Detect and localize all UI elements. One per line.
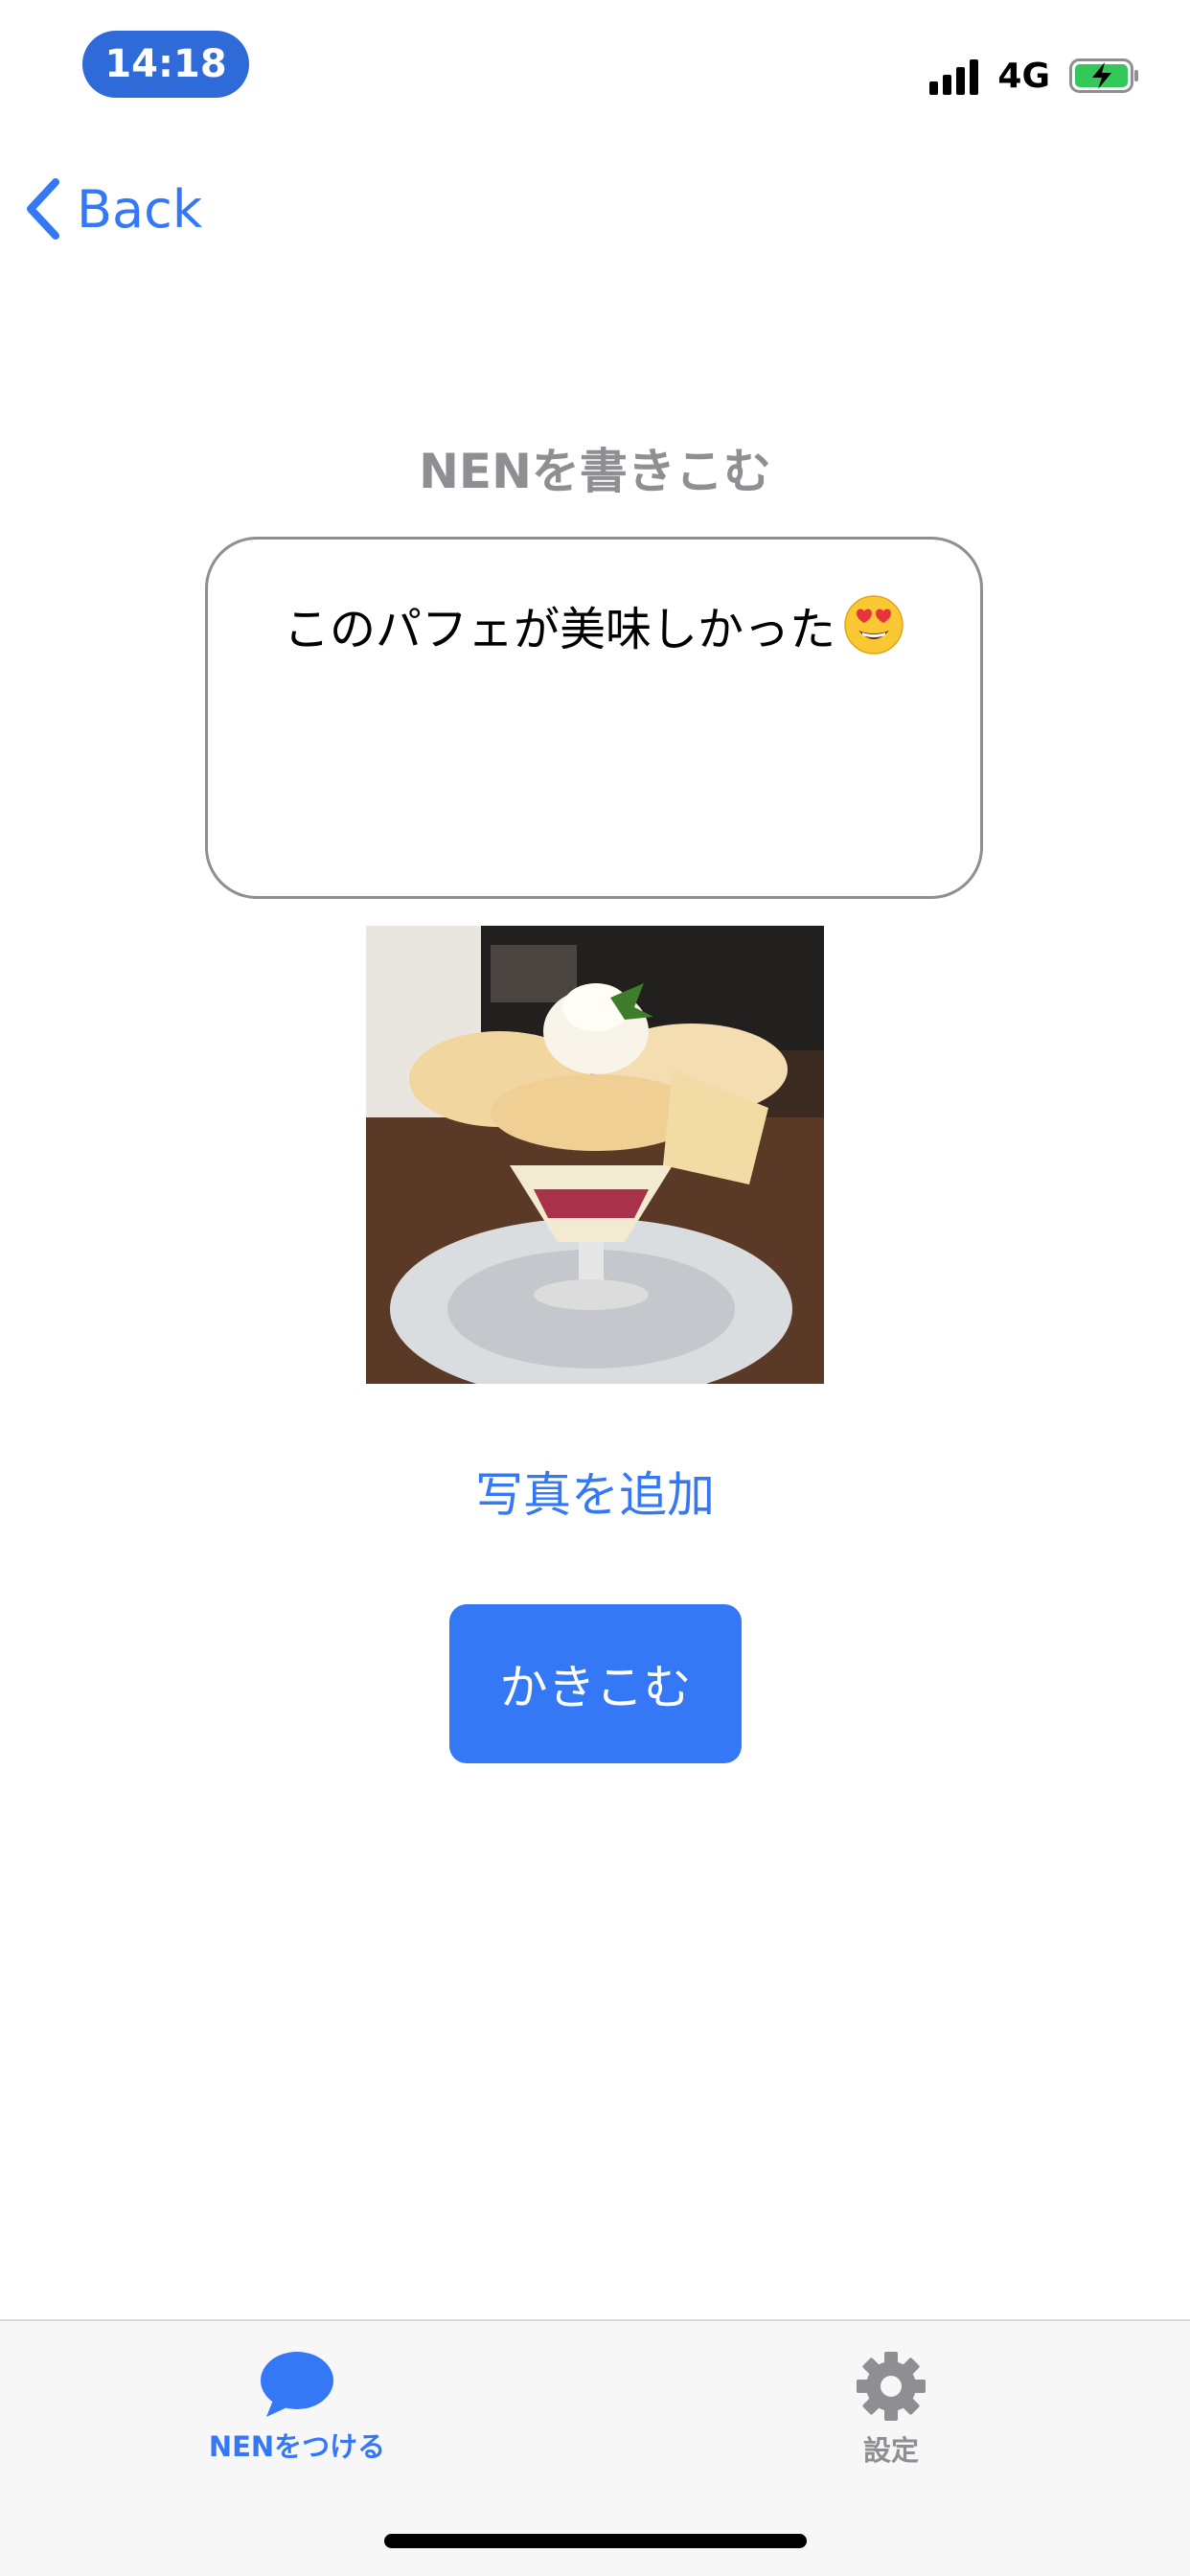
- tab-settings[interactable]: 設定: [747, 2350, 1035, 2469]
- network-type: 4G: [997, 56, 1050, 96]
- battery-charging-icon: [1069, 58, 1138, 93]
- gear-icon: [857, 2352, 926, 2421]
- status-indicators: 4G: [929, 52, 1140, 100]
- tab-nen[interactable]: NENをつける: [153, 2350, 441, 2465]
- back-button[interactable]: Back: [25, 178, 202, 240]
- chevron-left-icon: [27, 178, 59, 240]
- home-indicator: [384, 2534, 807, 2548]
- heart-eyes-emoji-icon: [844, 595, 904, 655]
- message-text: このパフェが美味しかった: [283, 603, 835, 656]
- submit-button[interactable]: かきこむ: [449, 1604, 742, 1763]
- page-title: NENを書きこむ: [419, 444, 771, 499]
- attached-photo: [366, 926, 824, 1384]
- tab-nen-label: NENをつける: [208, 2430, 386, 2463]
- status-time: 14:18: [82, 31, 249, 98]
- message-input[interactable]: このパフェが美味しかった: [205, 537, 983, 899]
- message-text-row: このパフェが美味しかった: [208, 591, 980, 658]
- back-label: Back: [77, 178, 203, 240]
- tab-settings-label: 設定: [862, 2434, 919, 2467]
- speech-bubble-icon: [261, 2352, 333, 2417]
- cellular-signal-icon: [929, 57, 979, 95]
- add-photo-button[interactable]: 写真を追加: [0, 1457, 1190, 1526]
